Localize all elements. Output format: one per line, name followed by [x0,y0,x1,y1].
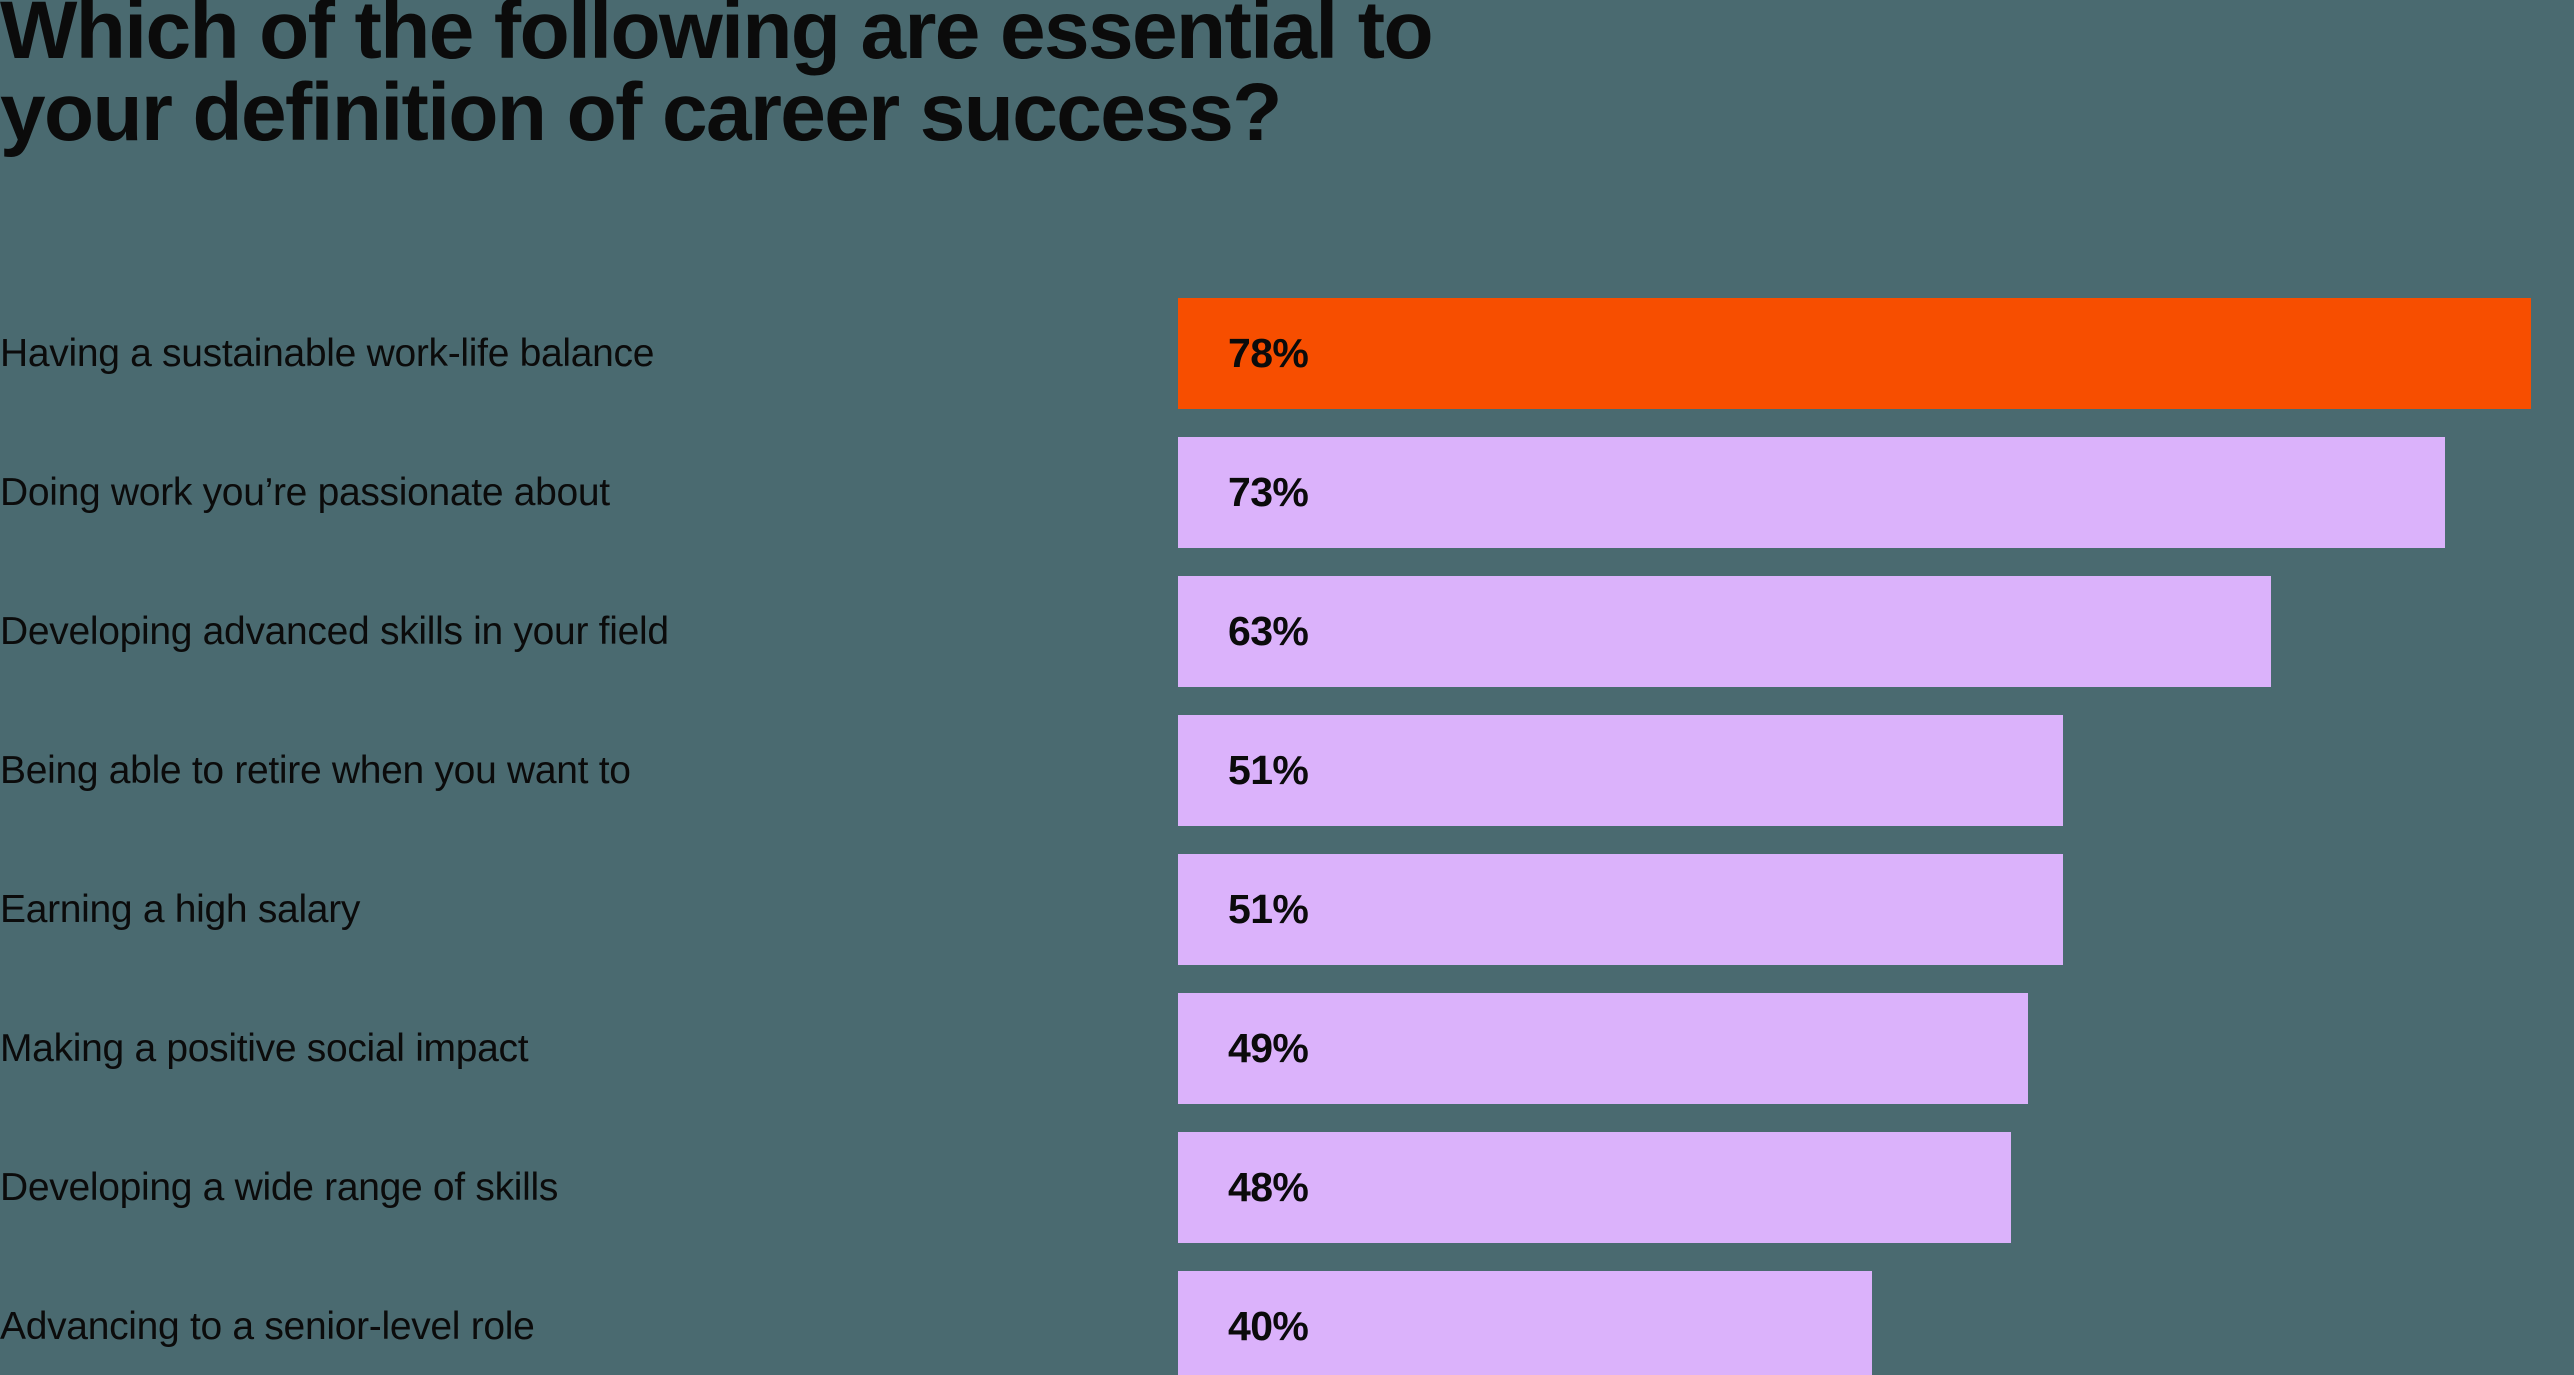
bar-category-label: Developing advanced skills in your field [0,609,669,653]
bar-value-label: 73% [1228,469,1309,515]
bar-track: 78% [1178,298,2574,409]
bar-row: Making a positive social impact 49% [0,993,2574,1104]
bar-fill [1178,715,2063,826]
bar-track: 48% [1178,1132,2574,1243]
bar-value-label: 48% [1228,1164,1309,1210]
bar-row: Developing a wide range of skills 48% [0,1132,2574,1243]
bar-track: 73% [1178,437,2574,548]
bar-value-label: 51% [1228,747,1309,793]
bar-track: 63% [1178,576,2574,687]
bar-category-label: Having a sustainable work-life balance [0,331,655,375]
bar-row: Doing work you’re passionate about 73% [0,437,2574,548]
bar-category-label: Making a positive social impact [0,1026,529,1070]
bar-track: 40% [1178,1271,2574,1375]
bar-row: Earning a high salary 51% [0,854,2574,965]
bar-row: Advancing to a senior-level role 40% [0,1271,2574,1375]
bar-value-label: 49% [1228,1025,1309,1071]
bar-track: 51% [1178,854,2574,965]
bar-fill [1178,576,2272,687]
bar-track: 51% [1178,715,2574,826]
page-title: Which of the following are essential to … [0,0,1434,158]
bar-fill [1178,437,2445,548]
bar-value-label: 63% [1228,608,1309,654]
chart-canvas: Which of the following are essential to … [0,0,2574,1375]
bar-category-label: Being able to retire when you want to [0,748,631,792]
bar-fill [1178,298,2532,409]
bar-value-label: 51% [1228,886,1309,932]
bar-chart-plot-area: Having a sustainable work-life balance 78… [0,298,2574,1375]
bar-category-label: Earning a high salary [0,887,361,931]
bar-value-label: 78% [1228,330,1309,376]
bar-value-label: 40% [1228,1303,1309,1349]
bar-fill [1178,854,2063,965]
bar-category-label: Advancing to a senior-level role [0,1304,535,1348]
bar-row: Being able to retire when you want to 51% [0,715,2574,826]
bar-category-label: Developing a wide range of skills [0,1165,559,1209]
bar-category-label: Doing work you’re passionate about [0,470,610,514]
bar-row: Developing advanced skills in your field… [0,576,2574,687]
bar-row: Having a sustainable work-life balance 78… [0,298,2574,409]
bar-track: 49% [1178,993,2574,1104]
